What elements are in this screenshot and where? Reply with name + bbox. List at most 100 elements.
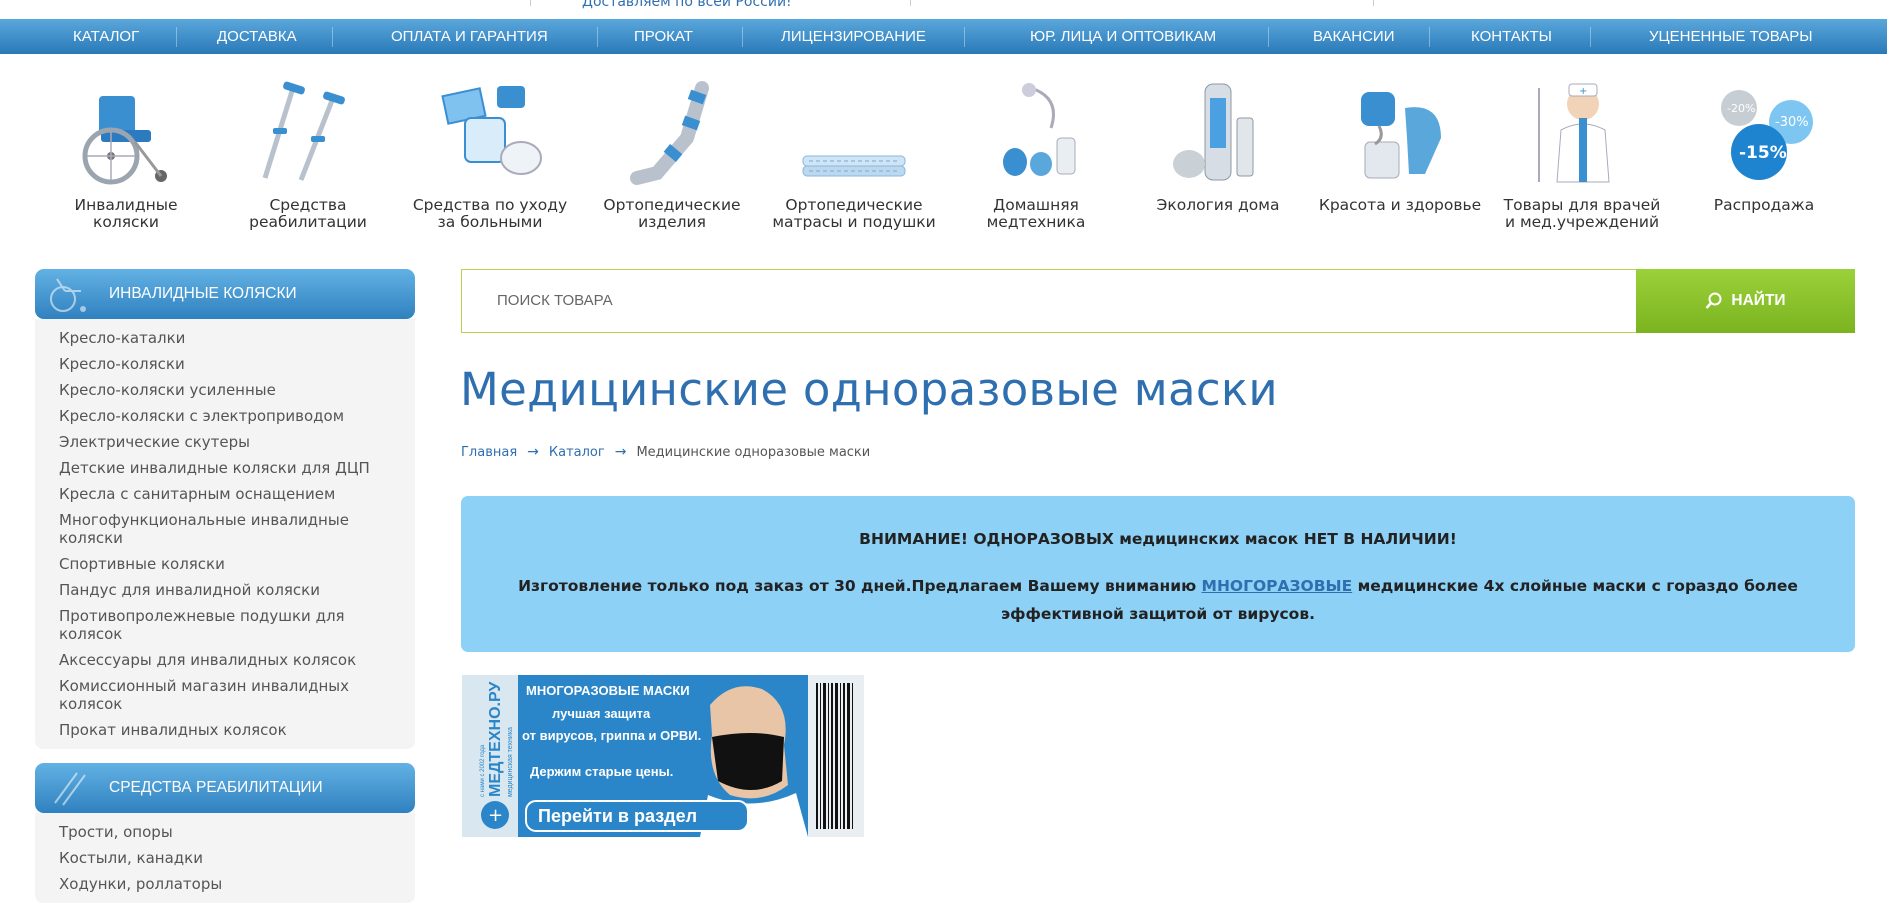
crutches-icon [262, 81, 345, 181]
promo-banner[interactable]: + МЕДТЕХНО.РУ медицинская техника с нами… [462, 675, 864, 837]
sale-badge-20: -20% [1727, 102, 1755, 115]
breadcrumb-home[interactable]: Главная [461, 445, 517, 460]
top-strip: Доставляем по всей России! [0, 0, 1887, 19]
wheelchair-icon [82, 96, 167, 185]
sidebar-item[interactable]: Спортивные коляски [35, 551, 415, 577]
divider [910, 0, 911, 6]
sidebar-section-title: ИНВАЛИДНЫЕ КОЛЯСКИ [109, 285, 297, 302]
banner-line2: лучшая защита [552, 706, 651, 721]
divider [530, 0, 531, 6]
sidebar-item[interactable]: Кресло-каталки [35, 325, 415, 351]
sidebar-section-wheelchairs[interactable]: ИНВАЛИДНЫЕ КОЛЯСКИ [35, 269, 415, 319]
medtech-icon [1003, 83, 1076, 176]
category-label: Средства по уходу за больными [412, 196, 568, 231]
delivery-note: Доставляем по всей России! [582, 0, 792, 10]
sidebar-item[interactable]: Трости, опоры [35, 819, 415, 845]
sidebar-item[interactable]: Кресло-коляски с электроприводом [35, 403, 415, 429]
care-icon [441, 86, 542, 175]
sidebar-item[interactable]: Комиссионный магазин инвалидных колясок [35, 673, 415, 717]
crutches-icon [54, 772, 86, 806]
sidebar-item[interactable]: Кресла с санитарным оснащением [35, 481, 415, 507]
category-label: Средства реабилитации [249, 196, 367, 231]
sale-badge-15: -15% [1739, 143, 1787, 163]
notice-text: Изготовление только под заказ от 30 дней… [501, 572, 1815, 628]
sidebar-item[interactable]: Кресло-коляски [35, 351, 415, 377]
beauty-icon [1361, 92, 1441, 179]
category-label: Распродажа [1713, 196, 1815, 214]
sidebar-item[interactable]: Прокат инвалидных колясок [35, 717, 415, 743]
banner-brand: МЕДТЕХНО.РУ [487, 681, 504, 797]
nav-divider [332, 27, 333, 47]
nav-divider [1429, 27, 1430, 47]
doctor-icon: + [1538, 83, 1610, 183]
nav-contacts[interactable]: КОНТАКТЫ [1471, 28, 1552, 45]
sidebar-section-title: СРЕДСТВА РЕАБИЛИТАЦИИ [109, 779, 323, 796]
notice-headline: ВНИМАНИЕ! ОДНОРАЗОВЫХ медицинских масок … [859, 530, 1457, 548]
sale-icon: -20% -30% -15% [1721, 90, 1813, 180]
nav-vacancies[interactable]: ВАКАНСИИ [1313, 28, 1394, 45]
search-icon [1705, 292, 1722, 309]
category-care[interactable]: Средства по уходу за больными [405, 78, 575, 231]
nav-divider [176, 27, 177, 47]
banner-cta: Перейти в раздел [538, 806, 697, 826]
nav-divider [597, 27, 598, 47]
sidebar-item[interactable]: Противопролежневые подушки для колясок [35, 603, 415, 647]
reusable-masks-link[interactable]: МНОГОРАЗОВЫЕ [1202, 577, 1353, 595]
nav-divider [964, 27, 965, 47]
category-label: Экология дома [1156, 196, 1280, 214]
nav-rental[interactable]: ПРОКАТ [634, 28, 693, 45]
search-button-label: НАЙТИ [1731, 292, 1786, 309]
nav-catalog[interactable]: КАТАЛОГ [73, 28, 139, 45]
category-home-ecology[interactable]: Экология дома [1133, 78, 1303, 214]
sidebar-item[interactable]: Пандус для инвалидной коляски [35, 577, 415, 603]
svg-text:+: + [1579, 86, 1587, 97]
banner-line4: Держим старые цены. [530, 764, 673, 779]
breadcrumb-current: Медицинские одноразовые маски [636, 444, 871, 460]
nav-divider [742, 27, 743, 47]
plus-icon: + [488, 805, 503, 826]
breadcrumb-catalog[interactable]: Каталог [549, 445, 605, 460]
banner-since: с нами с 2002 года [480, 744, 486, 797]
search-placeholder: ПОИСК ТОВАРА [497, 292, 613, 309]
nav-discounted[interactable]: УЦЕНЕННЫЕ ТОВАРЫ [1649, 28, 1813, 45]
arrow-right-icon: → [614, 444, 627, 460]
nav-wholesale[interactable]: ЮР. ЛИЦА И ОПТОВИКАМ [1030, 28, 1216, 45]
search-input[interactable]: ПОИСК ТОВАРА [461, 269, 1637, 333]
nav-payment[interactable]: ОПЛАТА И ГАРАНТИЯ [391, 28, 548, 45]
category-sale[interactable]: -20% -30% -15% Распродажа [1679, 78, 1849, 214]
sidebar-item[interactable]: Электрические скутеры [35, 429, 415, 455]
search-bar: ПОИСК ТОВАРА НАЙТИ [461, 269, 1855, 333]
banner-brand-sub: медицинская техника [507, 727, 514, 797]
air-purifier-icon [1173, 83, 1254, 181]
breadcrumb: Главная → Каталог → Медицинские одноразо… [461, 444, 870, 460]
category-orthopedic[interactable]: Ортопедические изделия [587, 78, 757, 231]
nav-divider [1590, 27, 1591, 47]
category-beauty[interactable]: Красота и здоровье [1315, 78, 1485, 214]
sidebar-item[interactable]: Детские инвалидные коляски для ДЦП [35, 455, 415, 481]
category-doctors[interactable]: + Товары для врачей и мед.учреждений [1497, 78, 1667, 231]
arrow-right-icon: → [527, 444, 539, 460]
sidebar-section-rehab[interactable]: СРЕДСТВА РЕАБИЛИТАЦИИ [35, 763, 415, 813]
mattress-icon [802, 155, 906, 177]
sidebar-item[interactable]: Аксессуары для инвалидных колясок [35, 647, 415, 673]
sidebar-item[interactable]: Костыли, канадки [35, 845, 415, 871]
category-wheelchairs[interactable]: Инвалидные коляски [41, 78, 211, 231]
category-label: Домашняя медтехника [986, 196, 1086, 231]
stock-notice: ВНИМАНИЕ! ОДНОРАЗОВЫХ медицинских масок … [461, 496, 1855, 652]
category-home-medtech[interactable]: Домашняя медтехника [951, 78, 1121, 231]
sidebar-item[interactable]: Многофункциональные инвалидные коляски [35, 507, 415, 551]
promo-banner-graphic: + МЕДТЕХНО.РУ медицинская техника с нами… [462, 675, 864, 837]
sidebar-item[interactable]: Ходунки, роллаторы [35, 871, 415, 897]
category-mattresses[interactable]: Ортопедические матрасы и подушки [769, 78, 939, 231]
nav-delivery[interactable]: ДОСТАВКА [217, 28, 297, 45]
category-label: Товары для врачей и мед.учреждений [1503, 196, 1661, 231]
sidebar-list: Кресло-каталки Кресло-коляски Кресло-кол… [35, 319, 415, 749]
notice-text-part: Изготовление только под заказ от 30 дней… [518, 577, 1202, 595]
search-button[interactable]: НАЙТИ [1636, 269, 1855, 333]
sidebar-item[interactable]: Кресло-коляски усиленные [35, 377, 415, 403]
category-rehab[interactable]: Средства реабилитации [223, 78, 393, 231]
nav-licensing[interactable]: ЛИЦЕНЗИРОВАНИЕ [781, 28, 926, 45]
divider [1373, 0, 1374, 6]
banner-line3: от вирусов, гриппа и ОРВИ. [522, 728, 701, 743]
orthosis-icon [630, 81, 709, 185]
